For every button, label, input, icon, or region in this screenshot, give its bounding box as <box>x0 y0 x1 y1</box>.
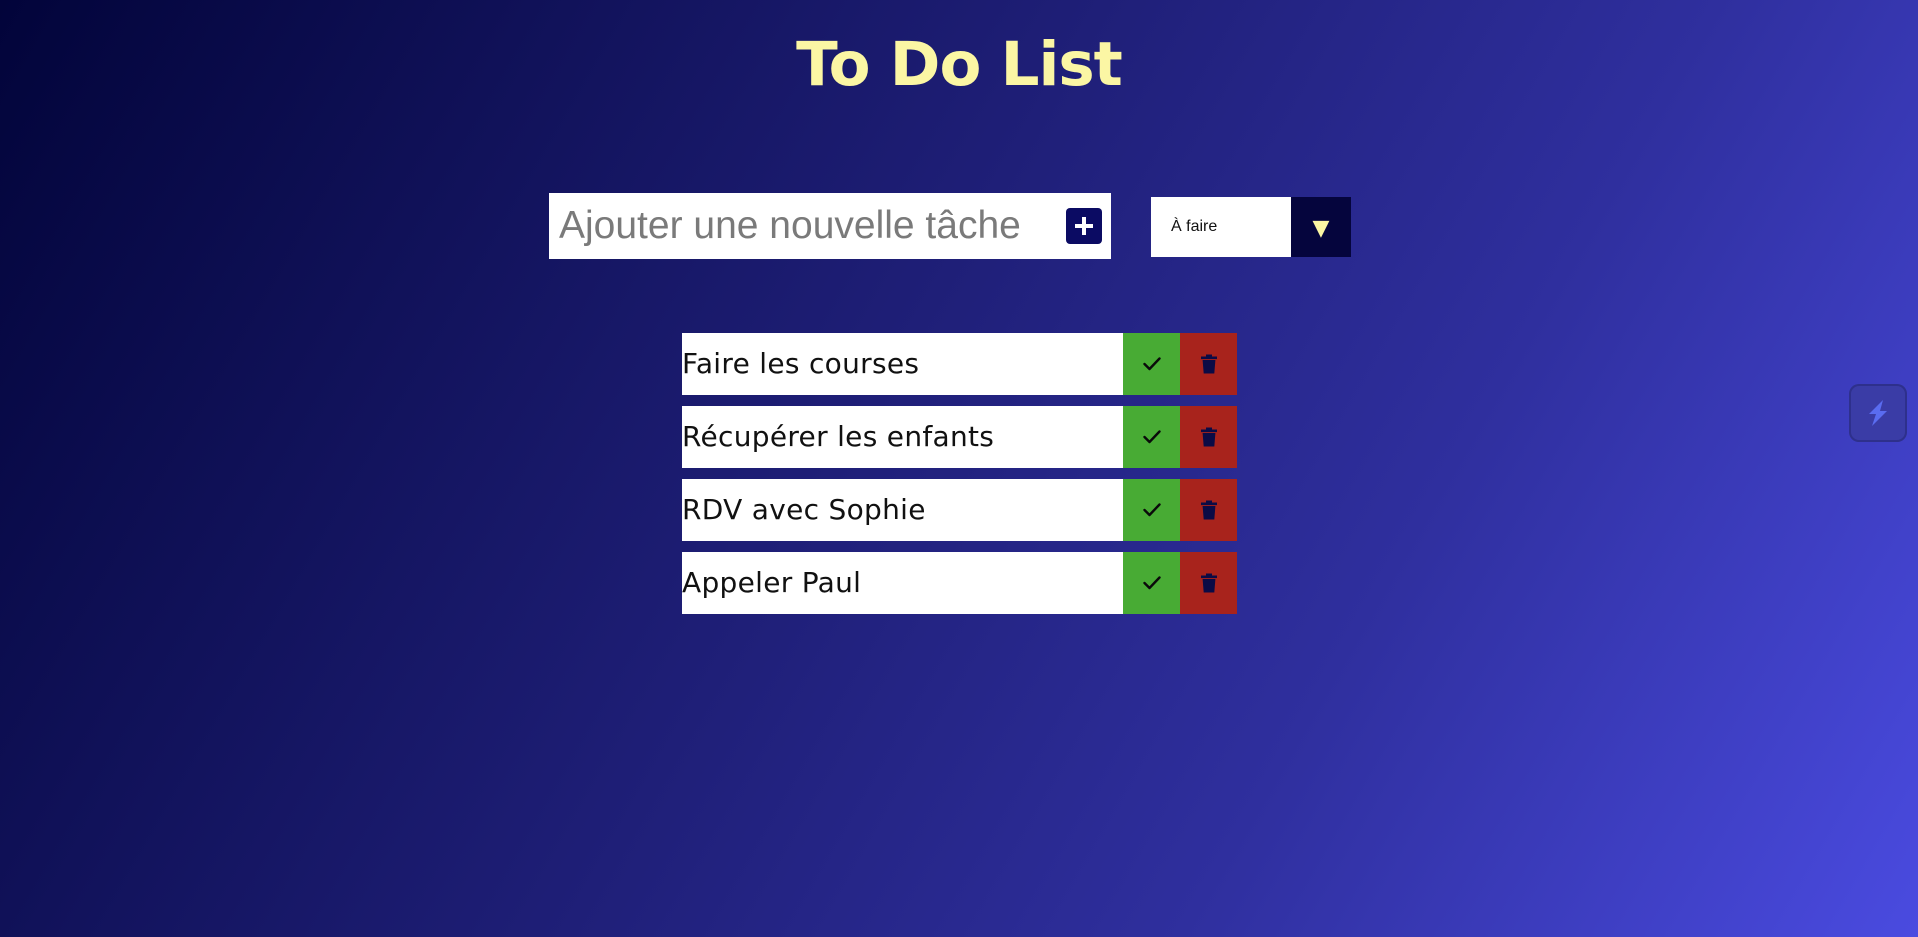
extension-button[interactable] <box>1849 384 1907 442</box>
todo-text: Récupérer les enfants <box>682 406 1123 468</box>
complete-button[interactable] <box>1123 552 1180 614</box>
check-icon <box>1142 576 1161 590</box>
delete-button[interactable] <box>1180 479 1237 541</box>
new-task-input[interactable] <box>549 193 1049 259</box>
page-title: To Do List <box>796 29 1123 100</box>
todo-item: Récupérer les enfants <box>682 406 1238 468</box>
complete-button[interactable] <box>1123 406 1180 468</box>
complete-button[interactable] <box>1123 333 1180 395</box>
todo-item: Appeler Paul <box>682 552 1238 614</box>
todo-list: Faire les courses Récupérer les enfants <box>682 333 1238 625</box>
todo-text: Faire les courses <box>682 333 1123 395</box>
check-icon <box>1142 430 1161 444</box>
triangle-down-icon: ▼ <box>1291 197 1351 257</box>
trash-icon <box>1200 427 1217 447</box>
todo-text: Appeler Paul <box>682 552 1123 614</box>
filter-selected-value: À faire <box>1171 218 1218 235</box>
check-icon <box>1142 503 1161 517</box>
check-icon <box>1142 357 1161 371</box>
add-task-form <box>549 193 1111 259</box>
delete-button[interactable] <box>1180 406 1237 468</box>
todo-text: RDV avec Sophie <box>682 479 1123 541</box>
todo-item: RDV avec Sophie <box>682 479 1238 541</box>
complete-button[interactable] <box>1123 479 1180 541</box>
trash-icon <box>1200 354 1217 374</box>
delete-button[interactable] <box>1180 333 1237 395</box>
trash-icon <box>1200 500 1217 520</box>
filter-select[interactable]: À faire ▼ <box>1151 197 1351 257</box>
delete-button[interactable] <box>1180 552 1237 614</box>
trash-icon <box>1200 573 1217 593</box>
todo-item: Faire les courses <box>682 333 1238 395</box>
bolt-icon <box>1869 400 1887 426</box>
add-task-button[interactable] <box>1066 208 1102 244</box>
